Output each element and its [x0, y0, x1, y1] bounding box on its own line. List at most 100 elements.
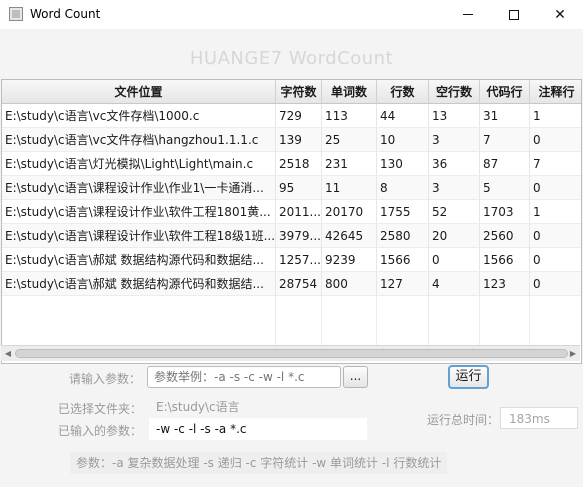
table-cell: 0 [533, 133, 541, 147]
table-row[interactable]: E:\study\c语言\郝斌 数据结构源代码和数据结... 28754 800 12… [2, 272, 581, 296]
table-cell: 139 [276, 128, 322, 151]
table-cell: 127 [377, 272, 429, 295]
horizontal-scrollbar[interactable]: ◀ ▶ [1, 345, 580, 361]
table-cell: 123 [480, 272, 530, 295]
table-cell: 20170 [322, 200, 377, 223]
param-label: 请输入参数： [69, 372, 142, 386]
maximize-button[interactable] [491, 0, 537, 29]
table-cell: 52 [429, 200, 480, 223]
column-header-code-lines[interactable]: 代码行 [480, 80, 530, 104]
table-cell: 42645 [322, 224, 377, 247]
table-cell: 1 [533, 109, 541, 123]
table-cell: 36 [429, 152, 480, 175]
column-header-words[interactable]: 单词数 [322, 80, 377, 104]
table-cell: 13 [429, 104, 480, 127]
table-cell: 95 [276, 176, 322, 199]
table-cell: 31 [480, 104, 530, 127]
table-row[interactable]: E:\study\c语言\vc文件存档\hangzhou1.1.1.c 139 25… [2, 128, 581, 152]
table-body: E:\study\c语言\vc文件存档\1000.c 729 113 44 13 31 1 E… [2, 104, 581, 296]
table-cell: E:\study\c语言\课程设计作业\软件工程1801黄... [2, 200, 276, 223]
window-title: Word Count [30, 7, 101, 21]
column-header-comment-lines[interactable]: 注释行 [530, 80, 581, 104]
table-header: 文件位置 字符数 单词数 行数 空行数 代码行 注释行 [2, 80, 581, 104]
table-cell: E:\study\c语言\课程设计作业\软件工程18级1班... [2, 224, 276, 247]
run-button[interactable]: 运行 [448, 365, 489, 389]
table-cell: 1703 [480, 200, 530, 223]
table-cell: 4 [429, 272, 480, 295]
scrollbar-thumb[interactable] [15, 349, 568, 358]
close-button[interactable]: ✕ [537, 0, 583, 29]
table-cell: 7 [480, 128, 530, 151]
table-cell: 0 [533, 229, 541, 243]
param-input[interactable] [147, 366, 341, 388]
table-cell: 3 [429, 128, 480, 151]
column-header-chars[interactable]: 字符数 [276, 80, 322, 104]
table-cell: 113 [322, 104, 377, 127]
table-cell: 11 [322, 176, 377, 199]
column-header-lines[interactable]: 行数 [377, 80, 429, 104]
table-row[interactable]: E:\study\c语言\vc文件存档\1000.c 729 113 44 13 31 1 [2, 104, 581, 128]
table-cell: 0 [533, 181, 541, 195]
table-empty-area [2, 296, 581, 346]
table-cell: 729 [276, 104, 322, 127]
table-cell: 44 [377, 104, 429, 127]
table-cell: 1755 [377, 200, 429, 223]
table-cell: 3979... [276, 224, 322, 247]
title-bar: Word Count ✕ [0, 0, 583, 29]
entered-params-label: 已输入的参数： [58, 424, 143, 438]
table-cell: 0 [533, 277, 541, 291]
table-cell: E:\study\c语言\课程设计作业\作业1\一卡通消... [2, 176, 276, 199]
table-cell: 2011... [276, 200, 322, 223]
table-cell: 1566 [480, 248, 530, 271]
table-cell: 9239 [322, 248, 377, 271]
total-time-label: 运行总时间： [427, 413, 500, 427]
table-cell: 28754 [276, 272, 322, 295]
table-row[interactable]: E:\study\c语言\灯光模拟\Light\Light\main.c 2518… [2, 152, 581, 176]
entered-params-value: -w -c -l -s -a *.c [149, 418, 367, 440]
table-cell: E:\study\c语言\郝斌 数据结构源代码和数据结... [2, 272, 276, 295]
table-cell: 2580 [377, 224, 429, 247]
table-row[interactable]: E:\study\c语言\课程设计作业\软件工程18级1班... 3979... 4… [2, 224, 581, 248]
table-cell: 8 [377, 176, 429, 199]
app-heading: HUANGE7 WordCount [189, 48, 394, 69]
table-cell: E:\study\c语言\vc文件存档\hangzhou1.1.1.c [2, 128, 276, 151]
browse-button[interactable]: ... [343, 366, 368, 388]
maximize-icon [509, 9, 519, 20]
table-row[interactable]: E:\study\c语言\课程设计作业\软件工程1801黄... 2011... 2… [2, 200, 581, 224]
table-cell: 800 [322, 272, 377, 295]
table-cell: 5 [480, 176, 530, 199]
app-icon [9, 7, 23, 21]
table-cell: 10 [377, 128, 429, 151]
column-header-blank-lines[interactable]: 空行数 [429, 80, 480, 104]
table-cell: 1566 [377, 248, 429, 271]
table-cell: E:\study\c语言\灯光模拟\Light\Light\main.c [2, 152, 276, 175]
total-time-value: 183ms [500, 407, 578, 429]
table-cell: 231 [322, 152, 377, 175]
table-row[interactable]: E:\study\c语言\课程设计作业\作业1\一卡通消... 95 11 8 3 5 0 [2, 176, 581, 200]
help-text: 参数：-a 复杂数据处理 -s 递归 -c 字符统计 -w 单词统计 -l 行数… [70, 452, 448, 474]
minimize-button[interactable] [445, 0, 491, 29]
minimize-icon [463, 14, 473, 15]
close-icon: ✕ [554, 6, 566, 23]
table-cell: 87 [480, 152, 530, 175]
results-table[interactable]: 文件位置 字符数 单词数 行数 空行数 代码行 注释行 E:\study\c语言… [1, 79, 582, 364]
table-cell: E:\study\c语言\郝斌 数据结构源代码和数据结... [2, 248, 276, 271]
table-cell: 130 [377, 152, 429, 175]
table-cell: 2560 [480, 224, 530, 247]
table-cell: 7 [533, 157, 541, 171]
table-cell: 20 [429, 224, 480, 247]
table-cell: 2518 [276, 152, 322, 175]
table-cell: 25 [322, 128, 377, 151]
table-cell: 1257... [276, 248, 322, 271]
selected-dir-value: E:\study\c语言 [149, 396, 367, 418]
table-cell: 1 [533, 205, 541, 219]
table-row[interactable]: E:\study\c语言\郝斌 数据结构源代码和数据结... 1257... 923… [2, 248, 581, 272]
table-cell: 0 [533, 253, 541, 267]
table-cell: E:\study\c语言\vc文件存档\1000.c [2, 104, 276, 127]
selected-dir-label: 已选择文件夹： [58, 402, 143, 416]
scroll-right-icon[interactable]: ▶ [568, 349, 578, 359]
table-cell: 0 [429, 248, 480, 271]
column-header-file-path[interactable]: 文件位置 [2, 80, 276, 104]
scroll-left-icon[interactable]: ◀ [3, 349, 13, 359]
table-cell: 3 [429, 176, 480, 199]
